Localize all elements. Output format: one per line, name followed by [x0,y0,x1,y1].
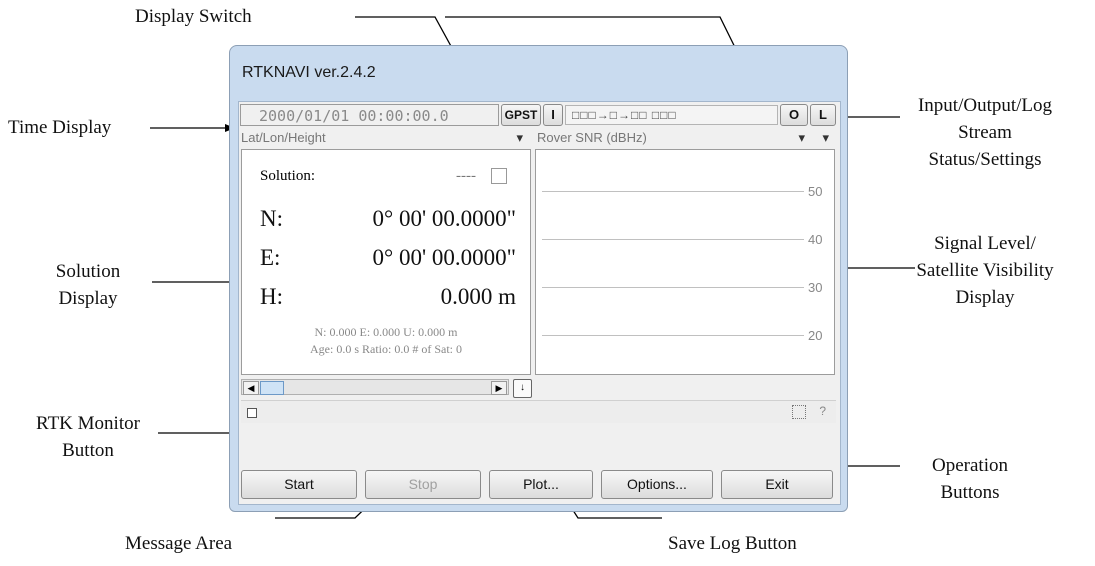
stop-button[interactable]: Stop [365,470,481,499]
snr-gridline [542,239,804,240]
chevron-down-icon: ▾ [516,130,523,145]
snr-gridline [542,287,804,288]
rtknavi-window: RTKNAVI ver.2.4.2 2000/01/01 00:00:00.0 … [229,45,848,512]
snr-tick: 30 [808,280,823,295]
solution-indicator [491,168,507,184]
scroll-right-icon[interactable]: ▶ [491,381,507,395]
label-save-log: Save Log Button [668,533,797,554]
scroll-left-icon[interactable]: ◀ [243,381,259,395]
snr-gridline [542,191,804,192]
output-stream-button[interactable]: O [780,104,808,126]
time-system-button[interactable]: GPST [501,104,541,126]
height-label: H: [260,284,283,309]
stats-line-2: Age: 0.0 s Ratio: 0.0 # of Sat: 0 [310,342,462,356]
horizontal-scrollbar[interactable]: ◀ ▶ [241,379,509,395]
save-log-button[interactable]: ↓ [513,379,532,398]
log-stream-button[interactable]: L [810,104,836,126]
height-value: 0.000 m [440,284,516,309]
help-icon[interactable]: ? [819,404,826,418]
snr-display: 50 40 30 20 [535,149,835,375]
label-solution-display: Solution Display [55,261,121,309]
save-log-icon: ↓ [520,382,525,393]
left-display-selector[interactable]: Lat/Lon/Height ▾ [241,130,531,148]
rtk-monitor-button[interactable] [247,408,257,418]
label-rtk-monitor: RTK Monitor Button [36,413,140,461]
solution-display: Solution: ---- N: 0° 00' 00.0000" E: 0° … [241,149,531,375]
snr-tick: 20 [808,328,823,343]
label-operation-buttons: Operation Buttons [932,455,1008,503]
stream-status-indicators: □□□→□→□□ □□□ [565,105,778,125]
lat-value: 0° 00' 00.0000" [372,206,516,231]
chevron-down-icon: ▾ [822,130,829,145]
top-toolbar: 2000/01/01 00:00:00.0 GPST I □□□→□→□□ □□… [239,102,838,128]
label-display-switch: Display Switch [135,6,252,27]
lat-label: N: [260,206,283,231]
label-message-area: Message Area [125,533,233,554]
plot-button[interactable]: Plot... [489,470,593,499]
left-selector-label: Lat/Lon/Height [241,130,326,145]
solution-status: ---- [456,168,476,184]
window-title: RTKNAVI ver.2.4.2 [242,64,376,81]
lon-value: 0° 00' 00.0000" [372,245,516,270]
label-signal-level: Signal Level/ Satellite Visibility Displ… [916,233,1054,308]
input-stream-button[interactable]: I [543,104,563,126]
snr-gridline [542,335,804,336]
right-selector-label: Rover SNR (dBHz) [537,130,647,145]
options-button[interactable]: Options... [601,470,713,499]
exit-button[interactable]: Exit [721,470,833,499]
snr-tick: 50 [808,184,823,199]
grip-icon [792,405,806,419]
stats-line-1: N: 0.000 E: 0.000 U: 0.000 m [314,325,458,339]
right-display-selector[interactable]: Rover SNR (dBHz) ▾ ▾ [537,130,837,148]
snr-tick: 40 [808,232,823,247]
time-display: 2000/01/01 00:00:00.0 [240,104,499,126]
label-io-log: Input/Output/Log Stream Status/Settings [917,95,1053,170]
chevron-down-icon: ▾ [798,130,805,145]
lon-label: E: [260,245,281,270]
message-area: ? [241,400,836,423]
start-button[interactable]: Start [241,470,357,499]
solution-label: Solution: [260,168,316,184]
scroll-thumb[interactable] [260,381,284,395]
label-time-display: Time Display [8,117,112,138]
window-client: 2000/01/01 00:00:00.0 GPST I □□□→□→□□ □□… [238,101,841,505]
